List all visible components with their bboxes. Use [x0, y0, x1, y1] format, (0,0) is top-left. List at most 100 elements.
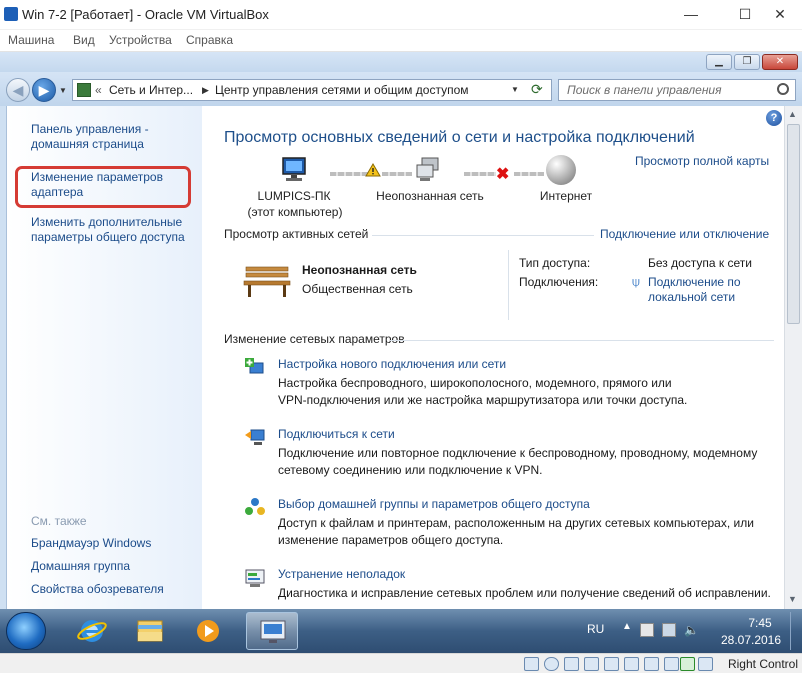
main-content: Просмотр основных сведений о сети и наст…: [202, 106, 784, 609]
taskbar-app-media-player[interactable]: [182, 612, 234, 650]
language-indicator[interactable]: RU: [587, 622, 604, 636]
access-type-label: Тип доступа:: [519, 256, 591, 270]
homegroup-icon: [244, 496, 266, 518]
optical-drive-icon: [544, 657, 559, 671]
shared-folders-icon: [624, 657, 639, 671]
help-icon[interactable]: ?: [766, 110, 782, 126]
virtualization-icon: [680, 657, 695, 671]
change-settings-heading: Изменение сетевых параметров: [224, 332, 405, 346]
search-box[interactable]: Поиск в панели управления: [558, 79, 796, 101]
navigation-bar: ◀ ▶ ▼ « Сеть и Интер... ▶ Центр управлен…: [0, 72, 802, 106]
minimize-button[interactable]: —: [669, 0, 713, 30]
sidebar-item-advanced-sharing[interactable]: Изменить дополнительные параметры общего…: [31, 215, 196, 245]
network-map-label: Неопознанная сеть: [376, 189, 484, 203]
connect-to-network-desc-2: сетевому соединению или подключение к VP…: [278, 463, 543, 477]
network-center-icon: [260, 620, 286, 643]
scroll-up-icon[interactable]: ▲: [788, 109, 797, 119]
taskbar-app-ie[interactable]: [66, 612, 118, 650]
menu-view[interactable]: Вид: [73, 33, 95, 47]
connect-disconnect-link[interactable]: Подключение или отключение: [600, 227, 769, 241]
divider: [390, 340, 774, 341]
breadcrumb-separator-icon: ▶: [202, 85, 209, 95]
scroll-down-icon[interactable]: ▼: [788, 594, 797, 604]
network-computers-icon: [414, 156, 444, 184]
warning-icon: [365, 163, 381, 180]
video-capture-icon: [664, 657, 679, 671]
explorer-window-chrome: ▁ ❐ ✕: [0, 52, 802, 72]
connect-to-network-desc-1: Подключение или повторное подключение к …: [278, 446, 758, 460]
menu-help[interactable]: Справка: [186, 33, 233, 47]
show-desktop-button[interactable]: [790, 612, 800, 650]
homegroup-settings-link[interactable]: Выбор домашней группы и параметров общег…: [278, 497, 590, 511]
connect-to-network-link[interactable]: Подключиться к сети: [278, 427, 395, 441]
address-dropdown-icon[interactable]: ▼: [511, 85, 519, 94]
connection-line: [330, 172, 368, 176]
address-bar[interactable]: « Сеть и Интер... ▶ Центр управления сет…: [72, 79, 552, 101]
explorer-close-button[interactable]: ✕: [762, 54, 798, 70]
close-button[interactable]: ✕: [758, 0, 802, 30]
see-also-homegroup[interactable]: Домашняя группа: [31, 559, 130, 574]
new-connection-icon: [244, 357, 266, 379]
menu-machine[interactable]: Машина: [8, 33, 54, 47]
vbox-menu-bar: Машина Вид Устройства Справка: [0, 30, 802, 52]
menu-devices[interactable]: Устройства: [109, 33, 172, 47]
clock-time[interactable]: 7:45: [730, 616, 790, 630]
taskbar-app-explorer[interactable]: [124, 612, 176, 650]
usb-icon: [604, 657, 619, 671]
back-button[interactable]: ◀: [6, 78, 30, 102]
setup-new-connection-desc-2: VPN-подключения или же настройка маршрут…: [278, 393, 688, 407]
see-also-internet-options[interactable]: Свойства обозревателя: [31, 582, 164, 597]
see-also-heading: См. также: [31, 514, 87, 528]
taskbar-app-network-center[interactable]: [246, 612, 298, 650]
display-icon: [644, 657, 659, 671]
setup-new-connection-link[interactable]: Настройка нового подключения или сети: [278, 357, 506, 371]
lan-connection-link[interactable]: Подключение по локальной сети: [648, 275, 768, 305]
volume-icon[interactable]: 🔈: [684, 623, 699, 637]
access-type-value: Без доступа к сети: [648, 256, 752, 270]
refresh-icon[interactable]: ⟳: [531, 81, 543, 98]
breadcrumb-overflow-icon[interactable]: «: [95, 83, 102, 97]
host-key-label: Right Control: [727, 657, 798, 671]
vertical-scrollbar[interactable]: ▲ ▼: [784, 106, 802, 609]
network-tray-icon[interactable]: [662, 623, 676, 637]
breadcrumb-current[interactable]: Центр управления сетями и общим доступом: [215, 83, 469, 97]
troubleshoot-desc-1: Диагностика и исправление сетевых пробле…: [278, 586, 771, 600]
clock-date[interactable]: 28.07.2016: [716, 633, 786, 647]
explorer-restore-button[interactable]: ❐: [734, 54, 760, 70]
guest-screen: ▁ ❐ ✕ ◀ ▶ ▼ « Сеть и Интер... ▶ Центр уп…: [0, 52, 802, 609]
active-network-type[interactable]: Общественная сеть: [302, 282, 413, 296]
media-player-icon: [197, 620, 219, 642]
troubleshoot-link[interactable]: Устранение неполадок: [278, 567, 405, 581]
start-button[interactable]: [6, 612, 46, 650]
view-full-map-link[interactable]: Просмотр полной карты: [635, 154, 769, 168]
homegroup-desc-2: изменение параметров общего доступа.: [278, 533, 504, 547]
audio-icon: [564, 657, 579, 671]
lan-connection-icon: ⍦: [632, 274, 640, 289]
scrollbar-thumb[interactable]: [787, 124, 800, 324]
highlight-annotation: [15, 166, 191, 208]
tray-expand-icon[interactable]: ▲: [622, 621, 632, 632]
page-title: Просмотр основных сведений о сети и наст…: [224, 129, 695, 146]
internet-globe-icon: [546, 155, 576, 185]
forward-button[interactable]: ▶: [32, 78, 56, 102]
action-center-icon[interactable]: [640, 623, 654, 637]
explorer-minimize-button[interactable]: ▁: [706, 54, 732, 70]
vbox-status-bar: Right Control: [0, 653, 802, 673]
arrow-right-icon: ▶: [38, 82, 50, 98]
sidebar-item-control-panel-home[interactable]: Панель управления - домашняя страница: [31, 122, 181, 152]
history-dropdown-icon[interactable]: ▼: [59, 86, 67, 95]
connect-to-network-icon: [244, 426, 266, 448]
connections-label: Подключения:: [519, 275, 599, 289]
search-input[interactable]: Поиск в панели управления: [567, 83, 722, 97]
internet-explorer-icon: [77, 620, 107, 642]
hard-disk-icon: [524, 657, 539, 671]
breadcrumb-network[interactable]: Сеть и Интер...: [109, 83, 193, 97]
network-adapter-icon: [584, 657, 599, 671]
search-icon: [777, 83, 789, 95]
task-sidebar: Панель управления - домашняя страница Из…: [6, 106, 202, 609]
control-panel-icon: [77, 83, 91, 97]
see-also-firewall[interactable]: Брандмауэр Windows: [31, 536, 151, 551]
homegroup-desc-1: Доступ к файлам и принтерам, расположенн…: [278, 516, 754, 530]
computer-name-label: LUMPICS-ПК: [257, 189, 331, 203]
connection-line: [464, 172, 496, 176]
